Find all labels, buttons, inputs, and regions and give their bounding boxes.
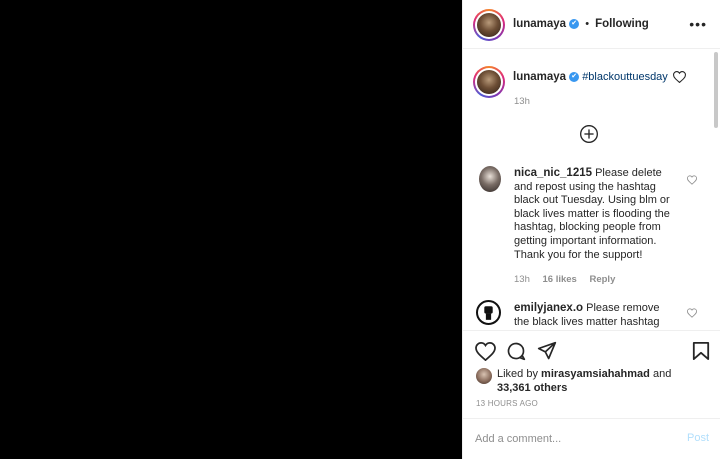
comment-body: nica_nic_1215 Please delete and repost u… <box>514 167 674 262</box>
post-header: lunamaya ✔ • Following ••• <box>463 0 720 49</box>
post-actions: Liked by mirasyamsiahahmad and 33,361 ot… <box>463 330 720 418</box>
liked-by-and: and <box>652 368 672 380</box>
comment-username[interactable]: nica_nic_1215 <box>514 167 592 179</box>
liker-avatar[interactable] <box>476 368 492 384</box>
post-media <box>0 0 462 459</box>
plus-circle-icon[interactable] <box>579 124 599 144</box>
following-button[interactable]: Following <box>595 18 649 30</box>
caption-username[interactable]: lunamaya <box>513 71 566 83</box>
liked-by-username[interactable]: mirasyamsiahahmad <box>541 368 650 380</box>
post-sidebar: lunamaya ✔ • Following ••• lunamaya ✔ #b… <box>462 0 720 459</box>
comment-body: emilyjanex.o Please remove the black liv… <box>514 302 674 330</box>
comments-scroll-area[interactable]: lunamaya ✔ #blackouttuesday 13h nica_nic… <box>463 49 720 330</box>
comment-bubble-icon[interactable] <box>506 341 526 361</box>
caption-hashtag-link[interactable]: #blackouttuesday <box>582 71 668 83</box>
caption-time: 13h <box>514 96 530 107</box>
comment-text: Please delete and repost using the hasht… <box>514 167 670 261</box>
raised-fist-icon <box>484 306 493 320</box>
comment-username[interactable]: emilyjanex.o <box>514 302 583 314</box>
share-paper-plane-icon[interactable] <box>537 341 557 361</box>
verified-badge-icon: ✔ <box>569 72 580 83</box>
heart-outline-icon[interactable] <box>672 71 686 84</box>
add-comment-bar: Post <box>463 418 720 459</box>
liked-by-text: Liked by mirasyamsiahahmad and 33,361 ot… <box>497 368 707 395</box>
like-heart-icon[interactable] <box>475 342 496 361</box>
caption-avatar[interactable] <box>473 66 505 98</box>
comment-like-heart-icon[interactable] <box>687 308 697 318</box>
commenter-avatar[interactable] <box>479 166 501 192</box>
post-timestamp[interactable]: 13 HOURS AGO <box>476 399 538 408</box>
more-options-icon[interactable]: ••• <box>689 16 707 32</box>
liked-by-others[interactable]: 33,361 others <box>497 382 567 394</box>
comment-like-heart-icon[interactable] <box>687 175 697 185</box>
post-comment-button[interactable]: Post <box>687 432 709 444</box>
comment-reply-button[interactable]: Reply <box>589 274 615 285</box>
comment-time: 13h <box>514 274 530 285</box>
author-avatar[interactable] <box>473 9 505 41</box>
liked-by-prefix: Liked by <box>497 368 538 380</box>
add-comment-input[interactable] <box>475 431 665 447</box>
comment-likes[interactable]: 16 likes <box>543 274 577 285</box>
verified-badge-icon: ✔ <box>569 19 580 30</box>
comment-meta: 13h 16 likes Reply <box>514 274 615 285</box>
separator-dot: • <box>585 18 590 30</box>
author-username[interactable]: lunamaya <box>513 18 566 30</box>
commenter-avatar[interactable] <box>476 300 501 325</box>
comments-scrollbar[interactable] <box>714 52 718 128</box>
save-bookmark-icon[interactable] <box>692 341 710 361</box>
